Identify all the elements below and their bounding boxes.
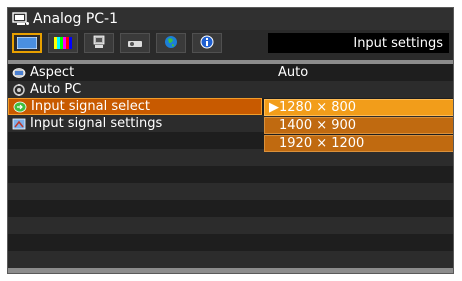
aspect-icon bbox=[12, 67, 26, 79]
info-icon bbox=[200, 34, 214, 53]
signal-option-label: 1280 × 800 bbox=[279, 100, 357, 115]
menu-list: Aspect Auto Auto PC Input signal select … bbox=[8, 64, 453, 268]
input-signal-icon bbox=[13, 101, 27, 113]
picture-icon bbox=[16, 34, 38, 53]
signal-option-label: 1400 × 900 bbox=[279, 118, 357, 133]
auto-pc-icon bbox=[12, 83, 26, 96]
osd-menu-window: Analog PC-1 Input settings Aspect Auto A… bbox=[7, 7, 454, 274]
window-title: Analog PC-1 bbox=[33, 11, 118, 27]
menu-item-label: Auto PC bbox=[30, 82, 82, 97]
signal-option[interactable]: 1920 × 1200 bbox=[264, 135, 453, 152]
menu-item-value: Auto bbox=[278, 65, 309, 80]
current-marker: ▶ bbox=[269, 100, 279, 115]
projector-icon bbox=[127, 34, 143, 53]
tab-bar: Input settings bbox=[8, 30, 453, 60]
menu-item-label: Aspect bbox=[30, 65, 75, 80]
tab-info[interactable] bbox=[192, 33, 222, 53]
tab-setup[interactable] bbox=[84, 33, 114, 53]
title-bar: Analog PC-1 bbox=[8, 8, 453, 30]
tab-color[interactable] bbox=[48, 33, 78, 53]
globe-icon bbox=[164, 34, 178, 53]
signal-option[interactable]: ▶ 1280 × 800 bbox=[264, 99, 453, 116]
tab-title: Input settings bbox=[268, 33, 449, 53]
empty-row bbox=[8, 217, 453, 234]
selected-highlight: Input signal select bbox=[8, 98, 262, 115]
empty-row bbox=[8, 251, 453, 268]
signal-option[interactable]: 1400 × 900 bbox=[264, 117, 453, 134]
input-connector-icon bbox=[12, 11, 30, 27]
menu-item-label: Input signal select bbox=[31, 99, 151, 114]
tab-install[interactable] bbox=[120, 33, 150, 53]
color-bars-icon bbox=[54, 34, 72, 53]
menu-item-label: Input signal settings bbox=[30, 116, 163, 131]
empty-row bbox=[8, 234, 453, 251]
signal-option-label: 1920 × 1200 bbox=[279, 136, 365, 151]
empty-row bbox=[8, 200, 453, 217]
empty-row bbox=[8, 166, 453, 183]
tab-system[interactable] bbox=[156, 33, 186, 53]
signal-options-list: ▶ 1280 × 800 1400 × 900 1920 × 1200 bbox=[264, 99, 453, 153]
signal-settings-icon bbox=[12, 118, 26, 130]
empty-row bbox=[8, 183, 453, 200]
tab-picture[interactable] bbox=[12, 33, 42, 53]
settings-icon bbox=[92, 34, 106, 53]
menu-item-aspect[interactable]: Aspect Auto bbox=[8, 64, 453, 81]
menu-item-auto-pc[interactable]: Auto PC bbox=[8, 81, 453, 98]
